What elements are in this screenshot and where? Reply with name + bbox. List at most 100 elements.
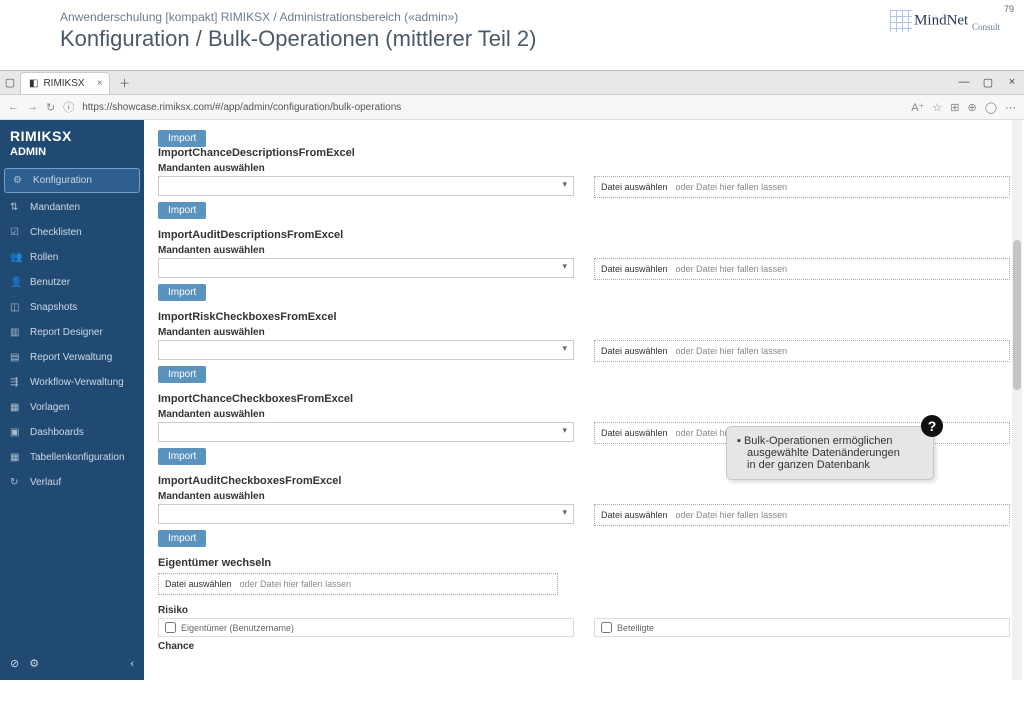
checkbox-label: Beteiligte — [617, 623, 654, 633]
sidebar: RIMIKSX ADMIN ⚙Konfiguration⇅Mandanten☑C… — [0, 120, 144, 680]
file-select-text: Datei auswählen — [601, 346, 668, 356]
risk-label: Risiko — [158, 605, 574, 616]
help-badge-icon: ? — [921, 415, 943, 437]
nav-label: Benutzer — [30, 277, 70, 288]
file-dropzone[interactable]: Datei auswählen oder Datei hier fallen l… — [158, 573, 558, 595]
brand-logo: RIMIKSX — [0, 120, 144, 146]
file-dropzone[interactable]: Datei auswählenoder Datei hier fallen la… — [594, 504, 1010, 526]
mandant-label: Mandanten auswählen — [158, 327, 1010, 338]
import-button[interactable]: Import — [158, 130, 206, 147]
main-content: Import ImportChanceDescriptionsFromExcel… — [144, 120, 1024, 680]
file-hint: oder Datei hier fallen lassen — [676, 182, 788, 192]
mandant-select[interactable] — [158, 258, 574, 278]
nav-icon: ▤ — [10, 352, 22, 363]
checkbox-input[interactable] — [601, 622, 612, 633]
checkbox-input[interactable] — [165, 622, 176, 633]
breadcrumb: Anwenderschulung [kompakt] RIMIKSX / Adm… — [60, 10, 964, 24]
mandant-select[interactable] — [158, 504, 574, 524]
maximize-icon[interactable]: ▢ — [976, 76, 1000, 89]
sidebar-item-snapshots[interactable]: ◫ Snapshots — [0, 295, 144, 320]
close-tab-icon[interactable]: × — [97, 78, 103, 89]
import-button[interactable]: Import — [158, 448, 206, 465]
mandant-label: Mandanten auswählen — [158, 245, 1010, 256]
favicon-icon: ◧ — [29, 78, 38, 89]
nav-icon: ▣ — [10, 427, 22, 438]
sidebar-item-mandanten[interactable]: ⇅Mandanten — [0, 195, 144, 220]
reload-icon[interactable]: ↻ — [46, 101, 55, 114]
nav-label: Snapshots — [30, 302, 77, 313]
read-aloud-icon[interactable]: A⁺ — [911, 101, 924, 114]
sidebar-item-report-verwaltung[interactable]: ▤ Report Verwaltung — [0, 345, 144, 370]
file-select-text: Datei auswählen — [165, 579, 232, 589]
collections-icon[interactable]: ⊞ — [950, 101, 959, 114]
page-number: 79 — [1004, 4, 1014, 14]
file-hint: oder Datei hier fallen lassen — [240, 579, 352, 589]
address-bar: ← → ↻ ⓘ https://showcase.rimiksx.com/#/a… — [0, 95, 1024, 120]
import-button[interactable]: Import — [158, 202, 206, 219]
file-dropzone[interactable]: Datei auswählenoder Datei hier fallen la… — [594, 258, 1010, 280]
owner-change-title: Eigentümer wechseln — [158, 557, 1010, 569]
url-field[interactable]: https://showcase.rimiksx.com/#/app/admin… — [82, 102, 903, 113]
mindnet-logo: MindNet Consult — [890, 10, 1000, 32]
new-tab-button[interactable]: ＋ — [116, 75, 134, 91]
nav-icon: ⚙ — [13, 175, 25, 186]
sidebar-item-verlauf[interactable]: ↻ Verlauf — [0, 470, 144, 495]
nav-icon: ☑ — [10, 227, 22, 238]
more-icon[interactable]: ⋯ — [1005, 101, 1016, 114]
file-select-text: Datei auswählen — [601, 182, 668, 192]
scrollbar-thumb[interactable] — [1013, 240, 1021, 390]
sidebar-item-vorlagen[interactable]: ▦Vorlagen — [0, 395, 144, 420]
chance-label: Chance — [158, 641, 574, 652]
taskview-icon[interactable]: ▢ — [0, 76, 20, 89]
page-title: Konfiguration / Bulk-Operationen (mittle… — [60, 26, 964, 52]
mandant-label: Mandanten auswählen — [158, 409, 1010, 420]
lock-icon: ⓘ — [63, 99, 74, 115]
back-icon[interactable]: ← — [8, 101, 19, 113]
nav-icon: 👤 — [10, 277, 22, 288]
browser-tab[interactable]: ◧ RIMIKSX × — [20, 72, 110, 94]
operation-title: ImportRiskCheckboxesFromExcel — [158, 311, 1010, 323]
sidebar-item-benutzer[interactable]: 👤 Benutzer — [0, 270, 144, 295]
sidebar-item-tabellenkonfiguration[interactable]: ▦ Tabellenkonfiguration — [0, 445, 144, 470]
operation-title: ImportChanceCheckboxesFromExcel — [158, 393, 1010, 405]
settings-icon[interactable]: ⚙ — [29, 657, 39, 670]
file-dropzone[interactable]: Datei auswählen oder Datei hier fallen la… — [594, 176, 1010, 198]
collapse-icon[interactable]: ‹ — [130, 658, 134, 670]
nav-label: Report Designer — [30, 327, 103, 338]
sidebar-item-konfiguration[interactable]: ⚙ Konfiguration — [4, 168, 140, 193]
scrollbar[interactable] — [1012, 120, 1022, 680]
sidebar-item-dashboards[interactable]: ▣Dashboards — [0, 420, 144, 445]
operation-title: ImportAuditDescriptionsFromExcel — [158, 229, 1010, 241]
nav-icon: ↻ — [10, 477, 22, 488]
minimize-icon[interactable]: — — [952, 76, 976, 89]
profile-icon[interactable]: ◯ — [985, 101, 997, 114]
help-icon[interactable]: ⊘ — [10, 657, 19, 670]
info-tooltip: ? ▪ Bulk-Operationen ermöglichen ausgewä… — [726, 426, 934, 480]
participants-checkbox[interactable]: Beteiligte — [594, 618, 1010, 637]
sidebar-item-workflow-verwaltung[interactable]: ⇶Workflow-Verwaltung — [0, 370, 144, 395]
import-button[interactable]: Import — [158, 530, 206, 547]
import-button[interactable]: Import — [158, 366, 206, 383]
sidebar-item-report-designer[interactable]: ▥ Report Designer — [0, 320, 144, 345]
mandant-select[interactable] — [158, 340, 574, 360]
forward-icon[interactable]: → — [27, 101, 38, 113]
sidebar-item-checklisten[interactable]: ☑ Checklisten — [0, 220, 144, 245]
nav-label: Tabellenkonfiguration — [30, 452, 125, 463]
mandant-select[interactable] — [158, 176, 574, 196]
nav-label: Checklisten — [30, 227, 82, 238]
nav-icon: ◫ — [10, 302, 22, 313]
favorite-icon[interactable]: ☆ — [932, 101, 942, 114]
mandant-select[interactable] — [158, 422, 574, 442]
nav-label: Report Verwaltung — [30, 352, 112, 363]
nav-icon: ▦ — [10, 452, 22, 463]
sidebar-item-rollen[interactable]: 👥Rollen — [0, 245, 144, 270]
nav-label: Verlauf — [30, 477, 61, 488]
file-dropzone[interactable]: Datei auswählenoder Datei hier fallen la… — [594, 340, 1010, 362]
nav-label: Konfiguration — [33, 175, 92, 186]
owner-username-checkbox[interactable]: Eigentümer (Benutzername) — [158, 618, 574, 637]
extensions-icon[interactable]: ⊕ — [967, 101, 976, 114]
checkbox-label: Eigentümer (Benutzername) — [181, 623, 294, 633]
close-icon[interactable]: × — [1000, 76, 1024, 89]
nav-icon: ▥ — [10, 327, 22, 338]
import-button[interactable]: Import — [158, 284, 206, 301]
